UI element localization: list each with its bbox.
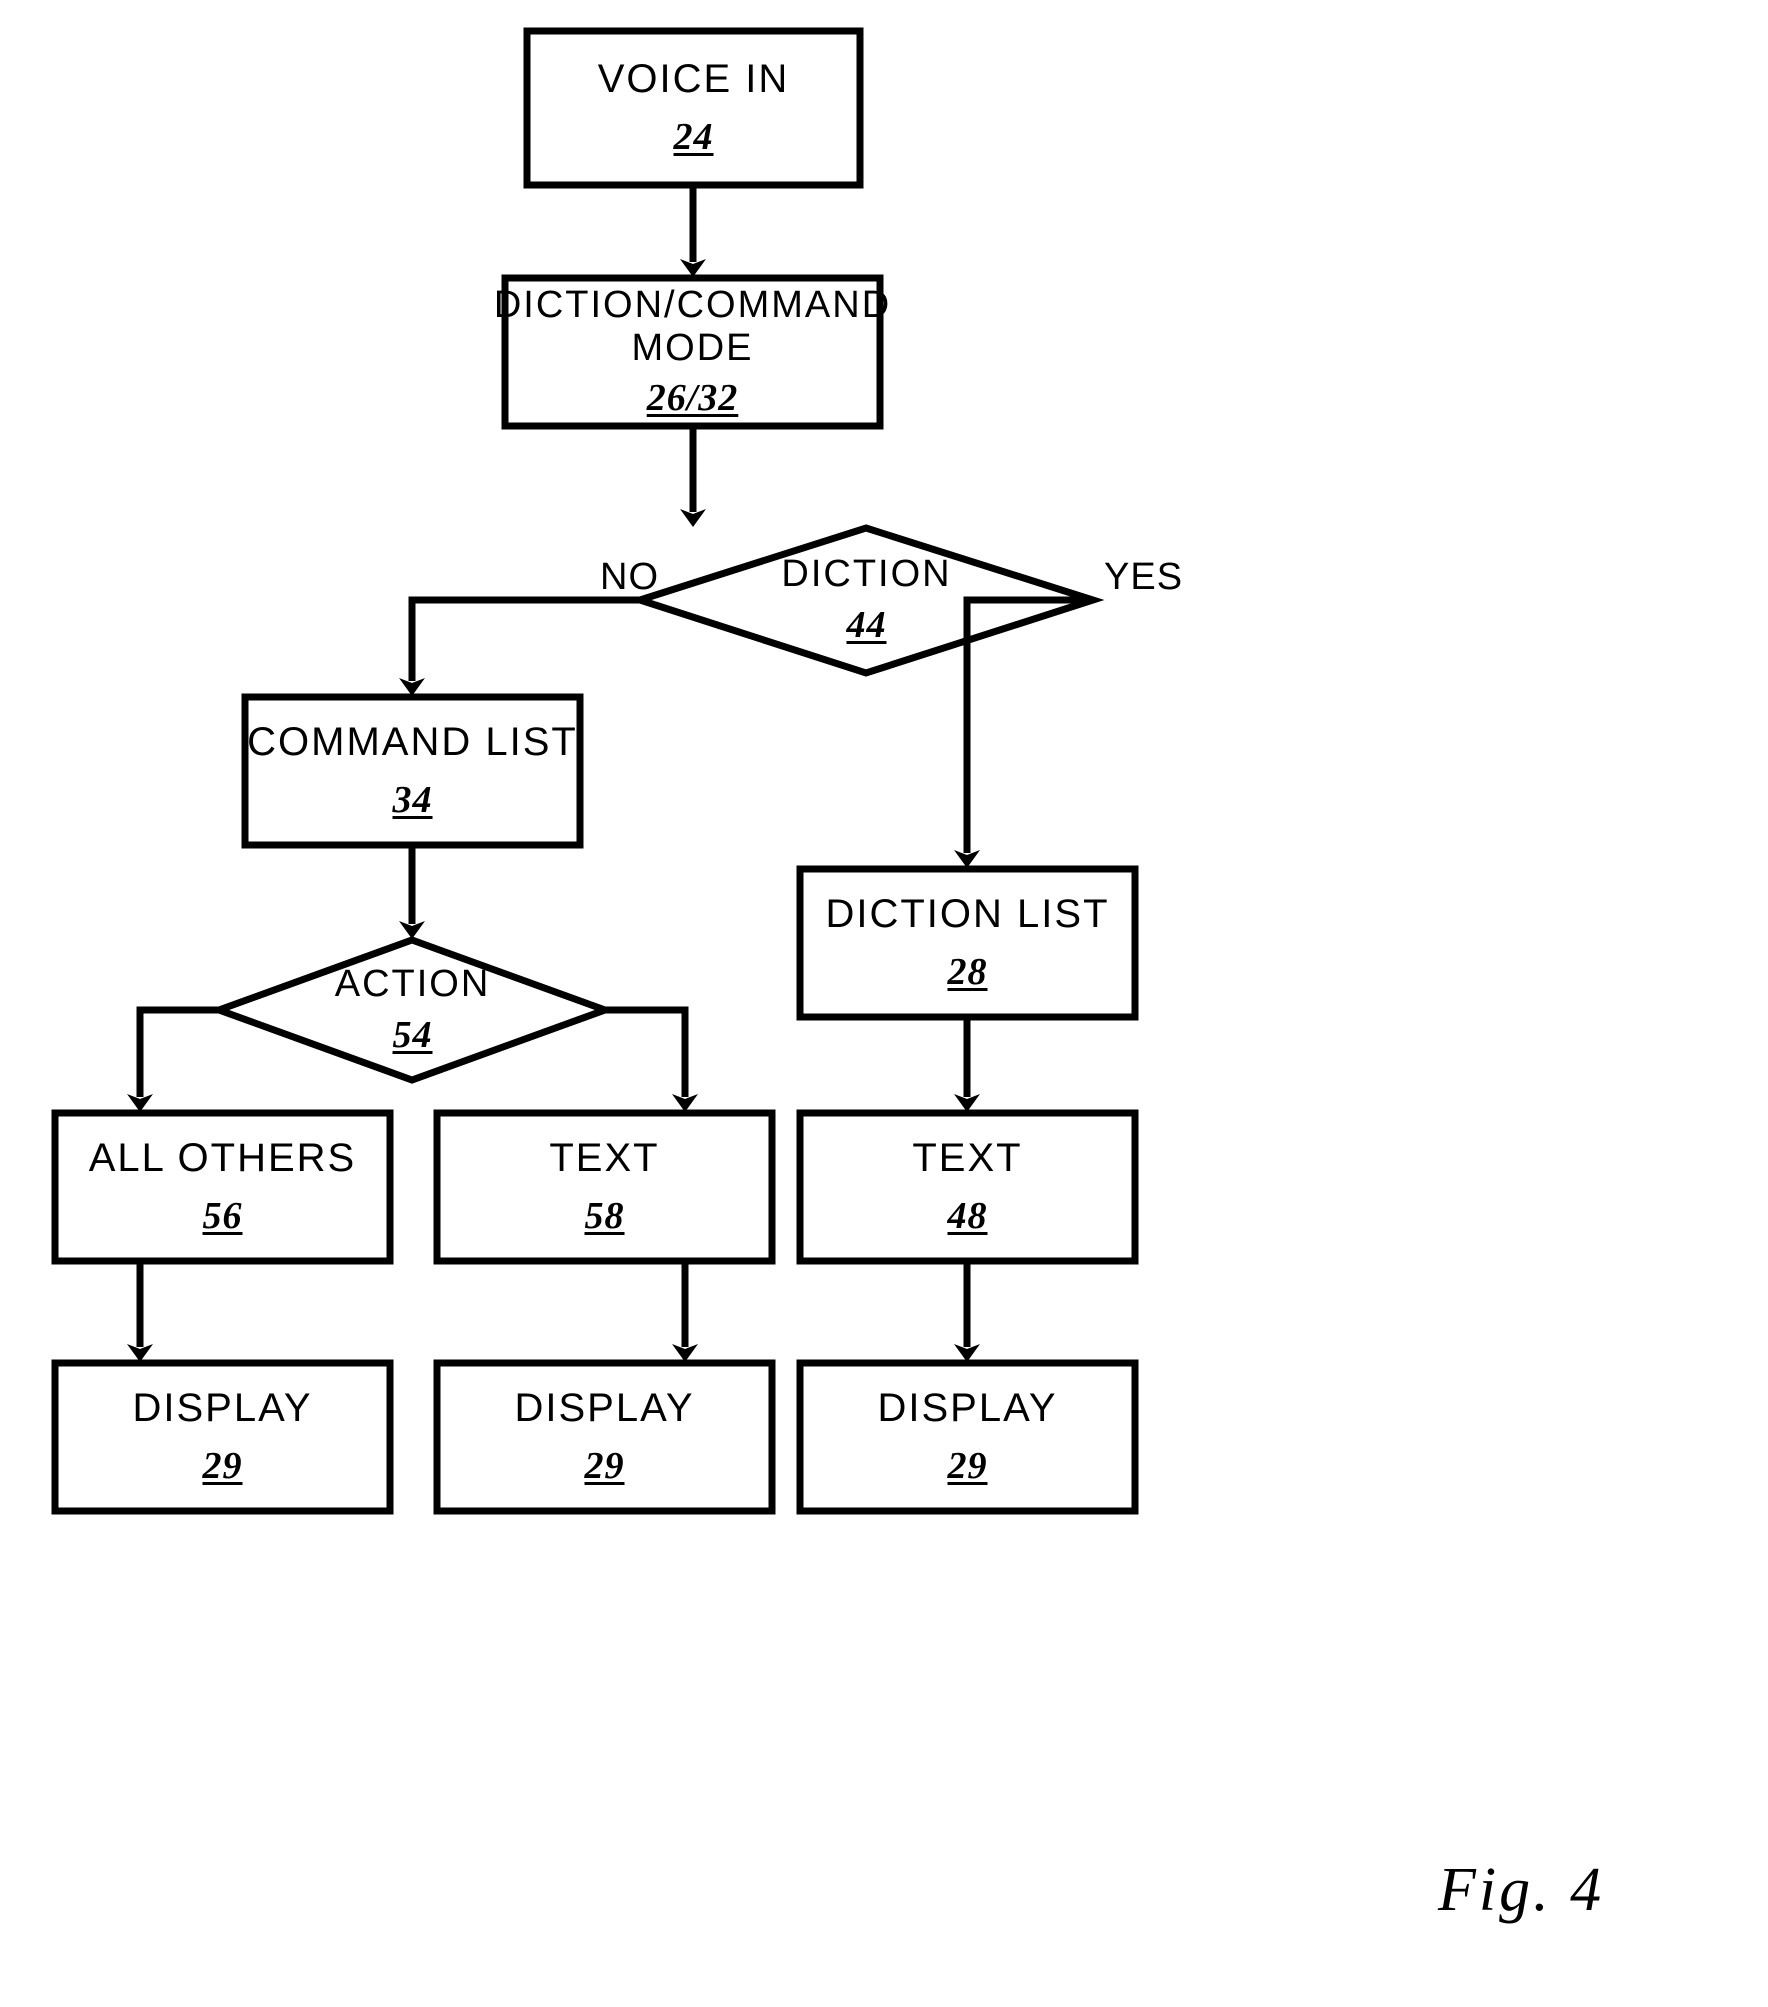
- figure-canvas: VOICE IN 24 DICTION/COMMAND MODE 26/32 D…: [0, 0, 1768, 2007]
- figure-caption: Fig. 4: [1438, 1856, 1605, 1924]
- node-diamond-action-shape: [208, 936, 616, 1084]
- edge-action-to-all-others: [127, 1006, 219, 1112]
- flowchart-graphics: [51, 27, 1139, 1515]
- edge-label-yes: YES: [1104, 556, 1184, 598]
- node-box-display-mid: [433, 1359, 776, 1515]
- node-box-text-diction: [796, 1109, 1139, 1265]
- node-box-mode: [501, 274, 884, 430]
- edge-action-to-text-command: [605, 1006, 698, 1112]
- node-box-diction-list: [796, 865, 1139, 1021]
- node-box-display-right: [796, 1359, 1139, 1515]
- node-box-command-list: [241, 693, 584, 849]
- edge-label-no: NO: [600, 556, 659, 598]
- edge-no-to-command-list: [399, 596, 640, 696]
- node-box-display-left: [51, 1359, 394, 1515]
- node-box-voice-in: [523, 27, 864, 189]
- node-box-all-others: [51, 1109, 394, 1265]
- node-box-text-command: [433, 1109, 776, 1265]
